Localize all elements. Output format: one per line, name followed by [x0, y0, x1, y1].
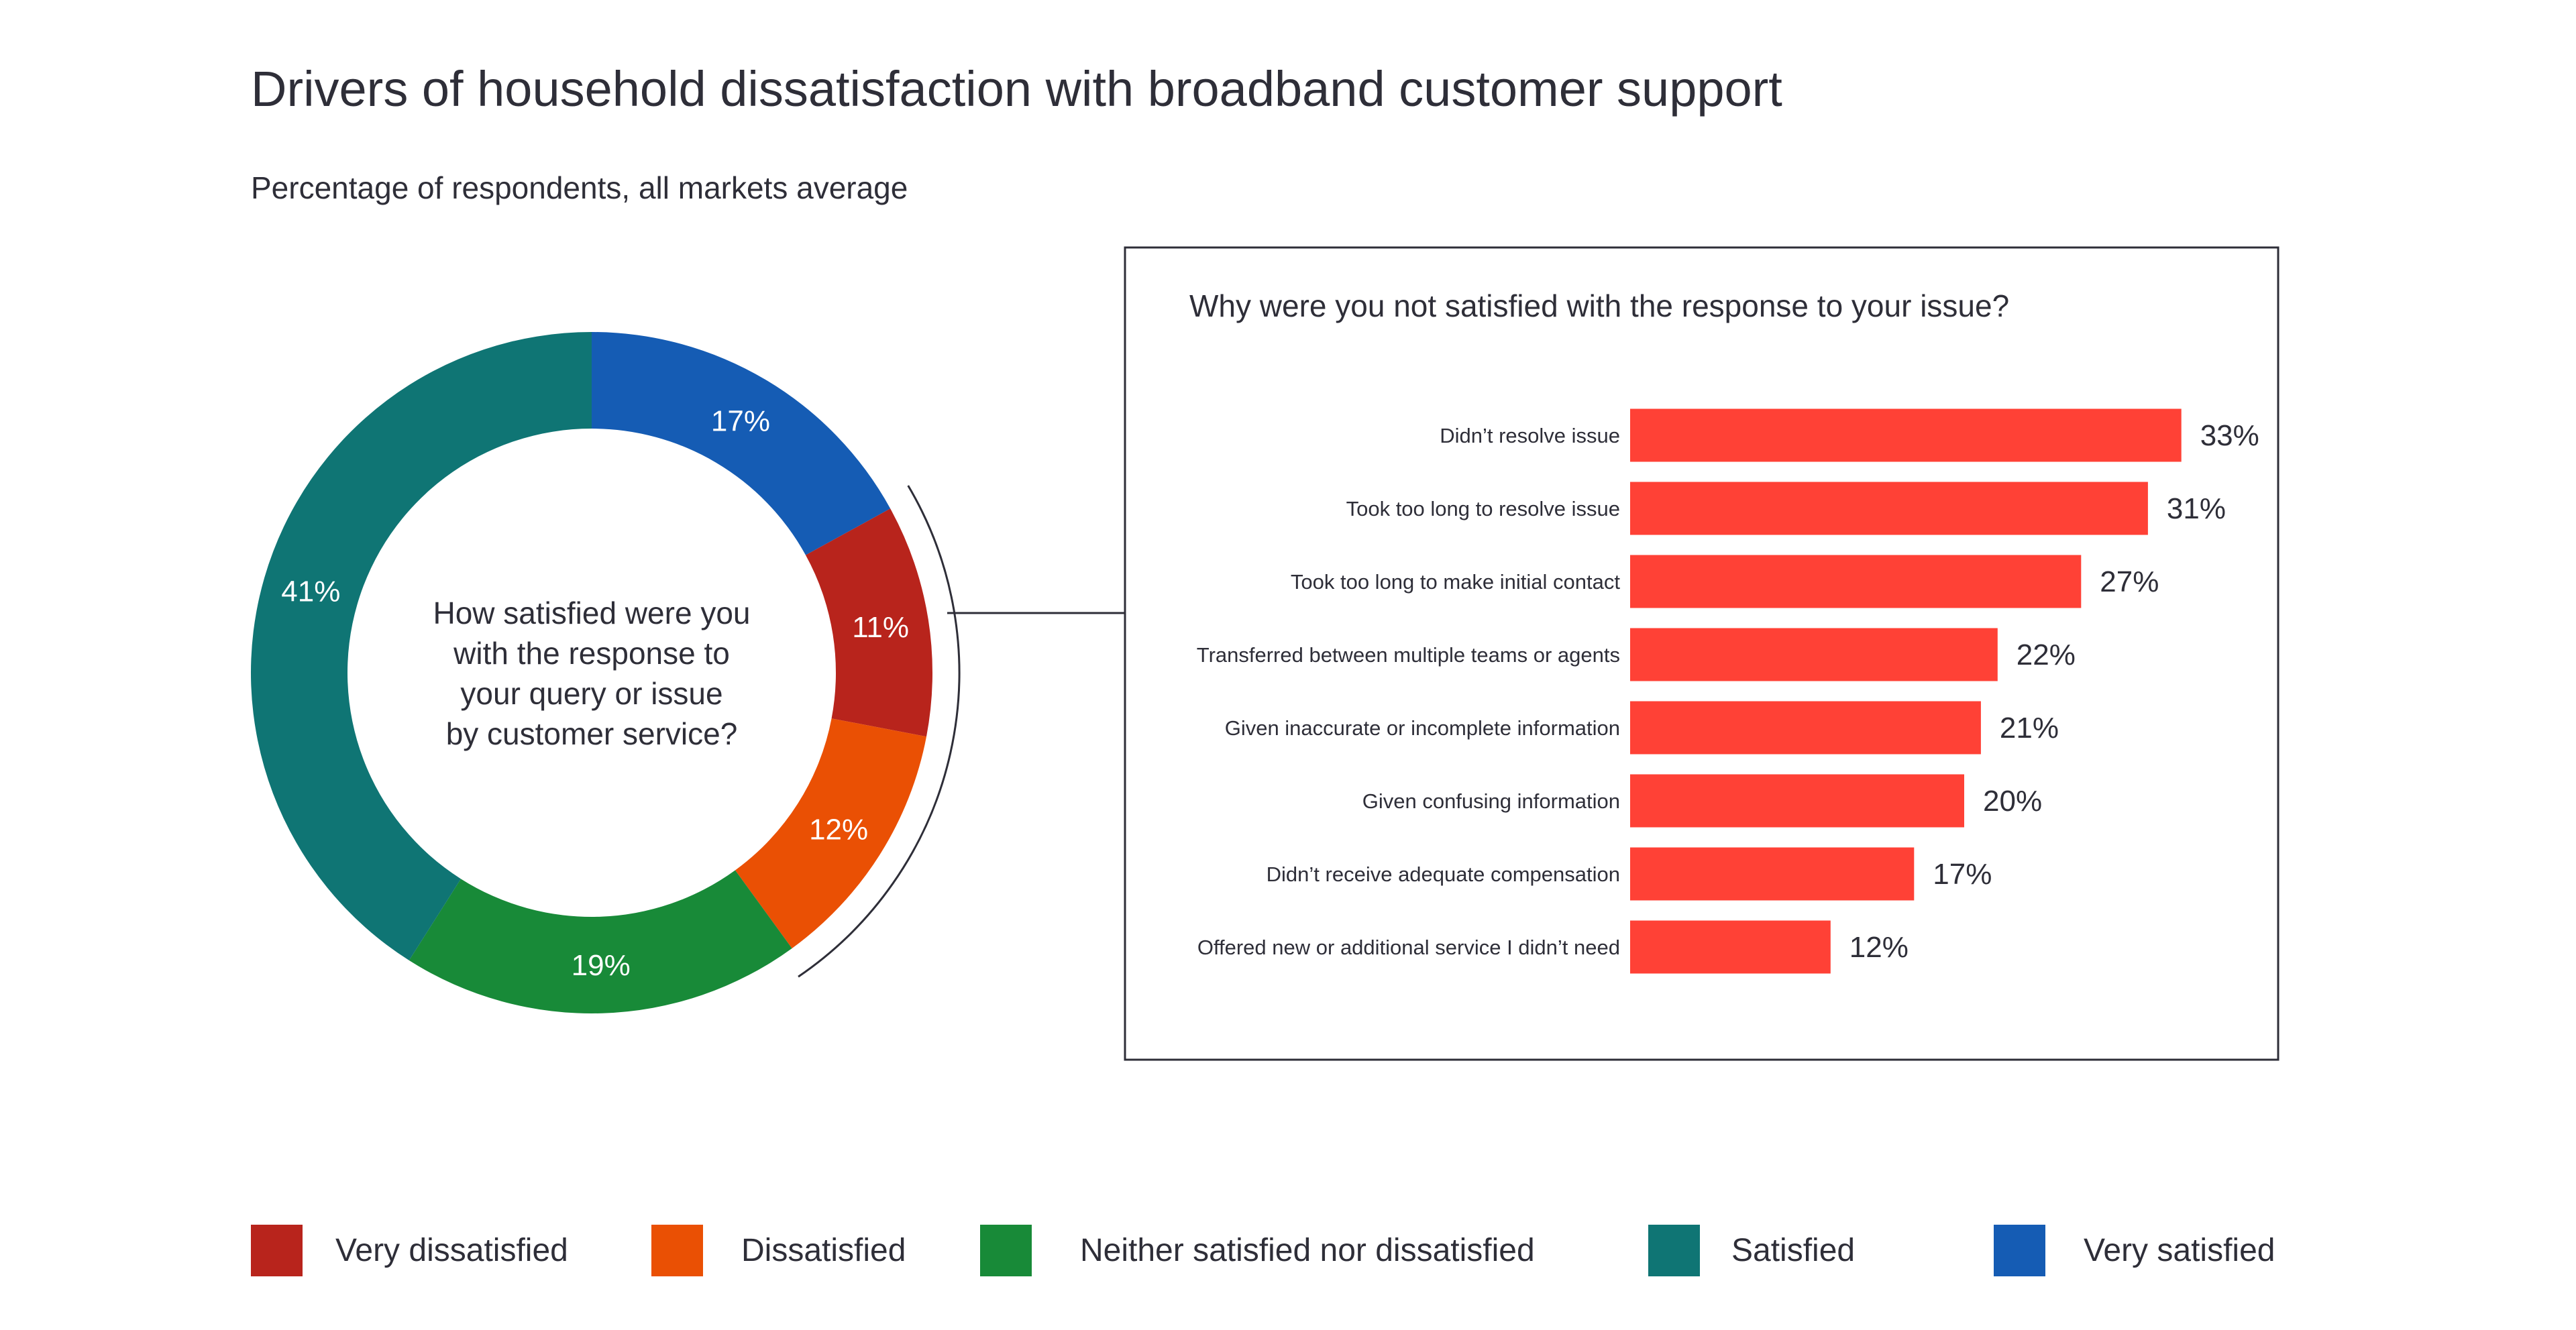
legend-label: Very dissatisfied: [335, 1233, 568, 1268]
bar: [1630, 482, 2148, 535]
bar: [1630, 701, 1981, 755]
donut-center-question: How satisfied were you with the response …: [433, 596, 751, 751]
bar-category-label: Took too long to make initial contact: [1291, 570, 1620, 594]
donut-slice-label: 11%: [852, 611, 909, 644]
chart-subtitle: Percentage of respondents, all markets a…: [251, 170, 908, 205]
bar-value-label: 12%: [1849, 931, 1909, 964]
bar-category-label: Didn’t resolve issue: [1440, 424, 1620, 447]
donut-slice-label: 19%: [572, 949, 631, 982]
bar-value-label: 17%: [1933, 858, 1992, 891]
legend-swatch: [651, 1225, 703, 1276]
donut-slice-label: 17%: [711, 405, 770, 438]
center-text-line: your query or issue: [460, 676, 722, 711]
bar-value-label: 22%: [2017, 639, 2076, 671]
donut-slice-label: 12%: [809, 814, 868, 846]
legend-label: Very satisfied: [2084, 1233, 2275, 1268]
bar-category-label: Given inaccurate or incomplete informati…: [1225, 716, 1620, 740]
bar: [1630, 408, 2182, 462]
bar-category-label: Offered new or additional service I didn…: [1197, 936, 1620, 959]
bar-chart: Didn’t resolve issue 33% Took too long to …: [1197, 408, 2259, 974]
bar-category-label: Took too long to resolve issue: [1346, 497, 1620, 520]
donut-slice: [592, 332, 891, 555]
bar: [1630, 628, 1998, 681]
legend: Very dissatisfied Dissatisfied Neither sat…: [251, 1225, 2275, 1276]
legend-label: Dissatisfied: [741, 1233, 906, 1268]
bar-value-label: 27%: [2100, 565, 2159, 598]
legend-swatch: [1648, 1225, 1700, 1276]
bar: [1630, 774, 1964, 828]
center-text-line: with the response to: [453, 636, 730, 671]
legend-label: Satisfied: [1731, 1233, 1855, 1268]
bar: [1630, 920, 1831, 974]
center-text-line: How satisfied were you: [433, 596, 751, 630]
bar: [1630, 555, 2082, 608]
legend-swatch: [980, 1225, 1032, 1276]
bar-chart-title: Why were you not satisfied with the resp…: [1189, 288, 2009, 323]
chart-title: Drivers of household dissatisfaction wit…: [251, 61, 1782, 117]
donut-chart: 17% 11% 12% 19% 41%: [251, 332, 932, 1013]
center-text-line: by customer service?: [446, 716, 738, 751]
bar-value-label: 31%: [2167, 492, 2226, 525]
bar: [1630, 847, 1915, 901]
bar-category-label: Given confusing information: [1362, 789, 1620, 813]
bar-category-label: Transferred between multiple teams or ag…: [1197, 643, 1620, 667]
bar-value-label: 20%: [1983, 785, 2042, 818]
bar-value-label: 33%: [2200, 419, 2259, 452]
legend-swatch: [251, 1225, 303, 1276]
chart-canvas: Drivers of household dissatisfaction wit…: [251, 61, 2279, 1276]
donut-slice: [409, 870, 792, 1013]
donut-slice-label: 41%: [281, 575, 340, 608]
bar-value-label: 21%: [2000, 712, 2059, 744]
legend-label: Neither satisfied nor dissatisfied: [1080, 1233, 1535, 1268]
bar-category-label: Didn’t receive adequate compensation: [1267, 863, 1620, 886]
legend-swatch: [1994, 1225, 2045, 1276]
